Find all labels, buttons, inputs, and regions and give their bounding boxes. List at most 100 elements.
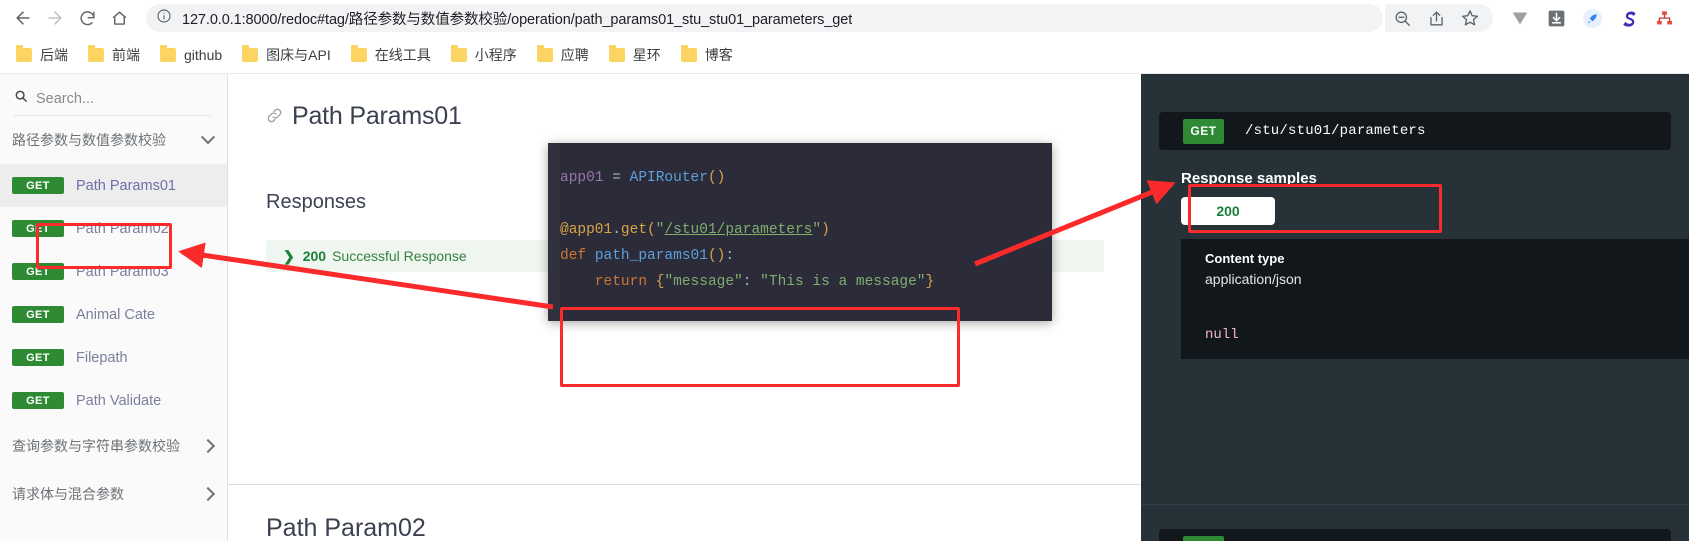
sidebar-item-path-param03[interactable]: GET Path Param03 bbox=[0, 250, 227, 293]
bookmark-label: 前端 bbox=[112, 46, 140, 63]
bookmark-label: 后端 bbox=[40, 46, 68, 63]
endpoint-path: /stu/stu01/parameters bbox=[1245, 123, 1426, 139]
sidebar-group-2[interactable]: 请求体与混合参数 bbox=[0, 470, 227, 518]
bookmark-item[interactable]: 在线工具 bbox=[343, 42, 439, 68]
bookmark-label: 星环 bbox=[632, 46, 661, 63]
sidebar-item-label: Path Param03 bbox=[76, 263, 169, 280]
http-verb-badge: GET bbox=[1183, 118, 1224, 144]
next-operation-title: Path Param02 bbox=[266, 514, 426, 541]
url-text: 127.0.0.1:8000/redoc#tag/路径参数与数值参数校验/ope… bbox=[182, 11, 853, 28]
sidebar-group-0[interactable]: 路径参数与数值参数校验 bbox=[0, 116, 227, 164]
bookmark-item[interactable]: 前端 bbox=[80, 42, 148, 68]
sidebar-item-label: Path Param02 bbox=[76, 220, 169, 237]
vimium-extension-icon[interactable] bbox=[1503, 3, 1537, 33]
chevron-right-icon bbox=[200, 486, 216, 502]
chevron-right-icon: ❯ bbox=[283, 247, 295, 264]
folder-icon bbox=[450, 44, 467, 62]
folder-icon bbox=[680, 44, 697, 62]
sidebar: 路径参数与数值参数校验 GET Path Params01 GET Path Param… bbox=[0, 74, 228, 541]
folder-icon bbox=[608, 44, 625, 62]
share-icon[interactable] bbox=[1419, 3, 1453, 33]
sidebar-item-label: Animal Cate bbox=[76, 306, 155, 323]
right-panel: GET /stu/stu01/parameters Response sampl… bbox=[1141, 74, 1689, 541]
bookmark-label: github bbox=[184, 46, 223, 63]
search-input[interactable] bbox=[36, 90, 211, 107]
content-type-label: Content type bbox=[1205, 251, 1285, 266]
zoom-out-icon[interactable] bbox=[1385, 3, 1419, 33]
sidebar-item-animal-cate[interactable]: GET Animal Cate bbox=[0, 293, 227, 336]
folder-icon bbox=[350, 44, 367, 62]
address-bar[interactable]: 127.0.0.1:8000/redoc#tag/路径参数与数值参数校验/ope… bbox=[146, 4, 1383, 32]
code-gutter bbox=[548, 143, 560, 321]
bookmark-label: 小程序 bbox=[474, 46, 517, 63]
browser-toolbar: 127.0.0.1:8000/redoc#tag/路径参数与数值参数校验/ope… bbox=[0, 0, 1689, 36]
back-arrow-icon[interactable] bbox=[8, 3, 38, 33]
folder-icon bbox=[16, 44, 32, 62]
chevron-down-icon bbox=[200, 130, 216, 145]
bookmark-item[interactable]: 星环 bbox=[601, 42, 669, 68]
sidebar-item-label: Path Params01 bbox=[76, 177, 176, 194]
folder-icon bbox=[88, 44, 104, 62]
sidebar-group-label: 路径参数与数值参数校验 bbox=[12, 132, 166, 148]
forward-arrow-icon[interactable] bbox=[40, 3, 70, 33]
sidebar-search-row[interactable] bbox=[14, 82, 211, 116]
bookmark-label: 应聘 bbox=[560, 46, 589, 63]
http-verb-badge: GET bbox=[12, 220, 64, 237]
info-circle-icon[interactable] bbox=[156, 8, 172, 29]
http-verb-badge: GET bbox=[12, 392, 64, 409]
bookmark-item[interactable]: 博客 bbox=[673, 42, 741, 68]
folder-icon bbox=[160, 44, 176, 62]
bookmark-item[interactable]: 小程序 bbox=[443, 42, 525, 68]
link-icon[interactable] bbox=[266, 102, 283, 131]
response-sample-box: Content type application/json null bbox=[1181, 239, 1689, 359]
bookmark-item[interactable]: 后端 bbox=[8, 42, 76, 68]
code-line: @app01.get("/stu01/parameters") bbox=[560, 222, 830, 238]
code-line: def path_params01(): bbox=[560, 248, 735, 264]
reload-icon[interactable] bbox=[72, 3, 102, 33]
bookmark-item[interactable]: 应聘 bbox=[529, 42, 597, 68]
endpoint-bar-bottom[interactable]: GET /stu/stu01/{str} bbox=[1159, 529, 1671, 541]
folder-icon bbox=[242, 44, 259, 62]
folder-icon bbox=[536, 44, 553, 62]
sidebar-item-label: Path Validate bbox=[76, 392, 162, 409]
http-verb-badge: GET bbox=[12, 263, 64, 280]
code-snippet-text: app01 = APIRouter() @app01.get("/stu01/p… bbox=[560, 143, 934, 295]
download-extension-icon[interactable] bbox=[1539, 3, 1573, 33]
response-status-code: 200 bbox=[302, 248, 327, 264]
bookmark-label: 在线工具 bbox=[374, 46, 431, 63]
panel-divider bbox=[1141, 504, 1689, 505]
sidebar-item-path-validate[interactable]: GET Path Validate bbox=[0, 379, 227, 422]
bookmark-label: 博客 bbox=[704, 46, 733, 63]
sitemap-extension-icon[interactable] bbox=[1647, 3, 1681, 33]
bookmark-star-icon[interactable] bbox=[1453, 3, 1487, 33]
bookmark-label: 图床与API bbox=[266, 46, 331, 63]
rocket-extension-icon[interactable] bbox=[1575, 3, 1609, 33]
http-verb-badge: GET bbox=[12, 177, 64, 194]
sidebar-group-label: 查询参数与字符串参数校验 bbox=[12, 438, 180, 454]
response-sample-body: null bbox=[1205, 327, 1239, 343]
sidebar-nav: 路径参数与数值参数校验 GET Path Params01 GET Path Param… bbox=[0, 116, 227, 518]
page-title: Path Params01 bbox=[266, 102, 1101, 131]
sidebar-item-path-params01[interactable]: GET Path Params01 bbox=[0, 164, 227, 207]
sidebar-item-filepath[interactable]: GET Filepath bbox=[0, 336, 227, 379]
home-icon[interactable] bbox=[104, 3, 134, 33]
section-divider bbox=[228, 484, 1141, 485]
simplify-extension-icon[interactable] bbox=[1611, 3, 1645, 33]
sidebar-group-label: 请求体与混合参数 bbox=[12, 486, 124, 502]
extensions-area bbox=[1495, 3, 1681, 33]
sidebar-item-label: Filepath bbox=[76, 349, 128, 366]
sidebar-item-path-param02[interactable]: GET Path Param02 bbox=[0, 207, 227, 250]
tab-status-200[interactable]: 200 bbox=[1181, 197, 1275, 225]
bookmark-item[interactable]: github bbox=[152, 42, 230, 68]
omnibox-actions bbox=[1385, 4, 1493, 32]
code-line: return {"message": "This is a message"} bbox=[594, 274, 935, 290]
bookmark-item[interactable]: 图床与API bbox=[234, 42, 339, 68]
http-verb-badge: GET bbox=[1183, 535, 1224, 541]
response-samples-heading: Response samples bbox=[1181, 170, 1317, 187]
chevron-right-icon bbox=[200, 438, 216, 454]
content-type-value[interactable]: application/json bbox=[1205, 271, 1302, 287]
response-description: Successful Response bbox=[332, 248, 467, 264]
sidebar-group-1[interactable]: 查询参数与字符串参数校验 bbox=[0, 422, 227, 470]
endpoint-bar-top[interactable]: GET /stu/stu01/parameters bbox=[1159, 112, 1671, 150]
